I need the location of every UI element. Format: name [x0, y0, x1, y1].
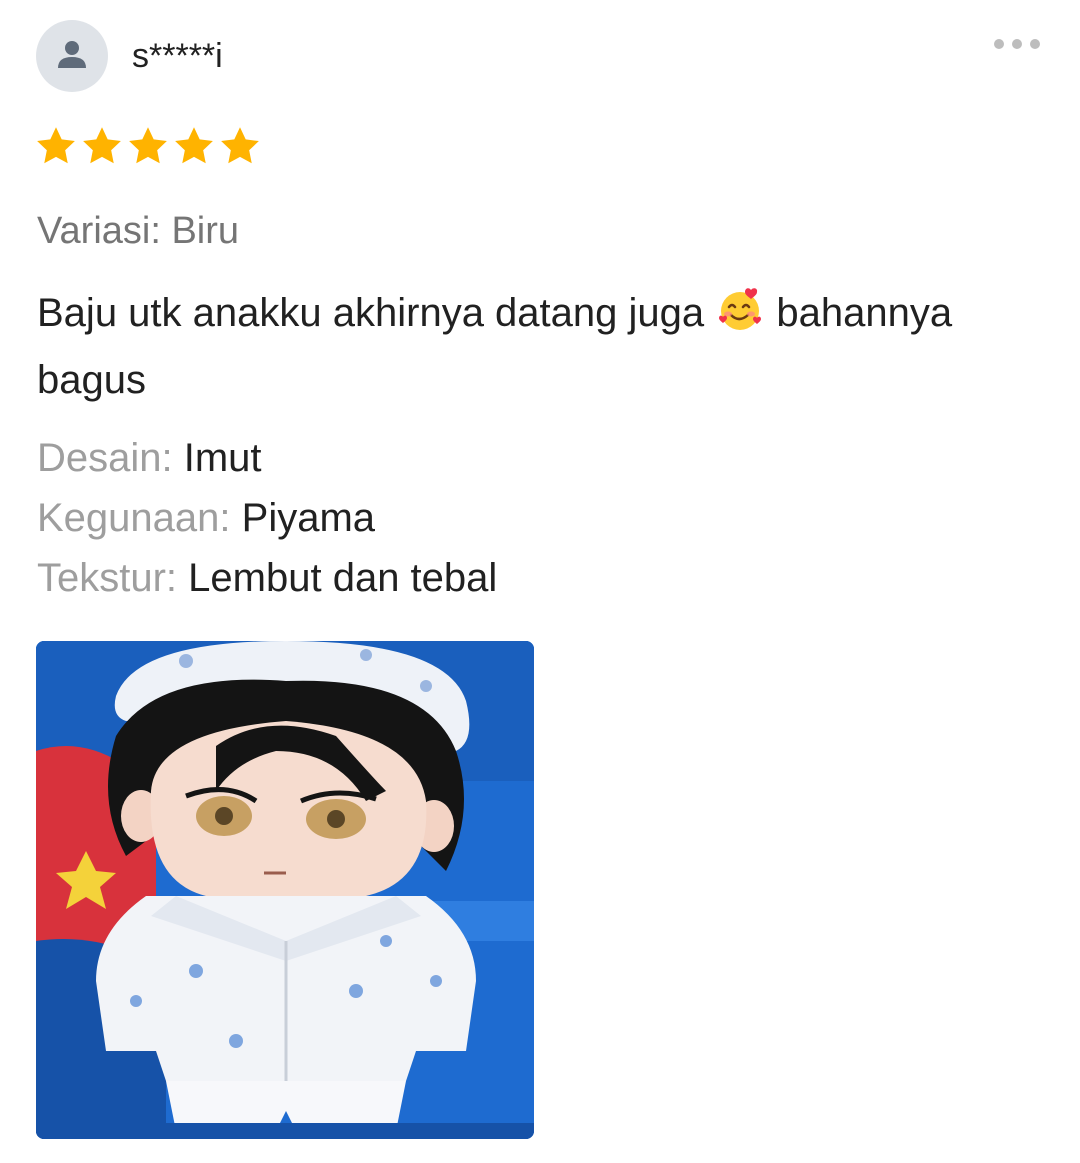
star-icon: [129, 127, 167, 164]
variation-label: Variasi: Biru: [37, 210, 240, 252]
attribute-value: Piyama: [241, 496, 376, 540]
star-icon: [37, 127, 75, 164]
more-options-button[interactable]: [994, 34, 1048, 54]
attribute-key: Desain:: [37, 436, 173, 480]
avatar[interactable]: [36, 20, 108, 92]
review-text: Baju utk anakku akhirnya datang juga bah…: [37, 283, 1037, 410]
star-rating: [34, 124, 262, 168]
reviewer-username: s*****i: [132, 37, 223, 75]
more-horizontal-icon: [1030, 39, 1040, 49]
attribute-value: Imut: [183, 436, 262, 480]
attribute-row-design: Desain: Imut: [37, 434, 262, 482]
more-horizontal-icon: [1012, 39, 1022, 49]
more-horizontal-icon: [994, 39, 1004, 49]
attribute-key: Tekstur:: [37, 556, 178, 600]
review-text-part: Baju utk anakku akhirnya datang juga: [37, 291, 716, 335]
star-icon: [83, 127, 121, 164]
attribute-value: Lembut dan tebal: [188, 556, 498, 600]
smiling-face-with-hearts-icon: [717, 287, 763, 350]
attribute-row-usage: Kegunaan: Piyama: [37, 494, 375, 542]
attribute-row-texture: Tekstur: Lembut dan tebal: [37, 554, 497, 602]
star-icon: [221, 127, 259, 164]
person-icon: [55, 37, 89, 76]
star-icon: [175, 127, 213, 164]
review-photo[interactable]: [36, 641, 534, 1139]
attribute-key: Kegunaan:: [37, 496, 231, 540]
